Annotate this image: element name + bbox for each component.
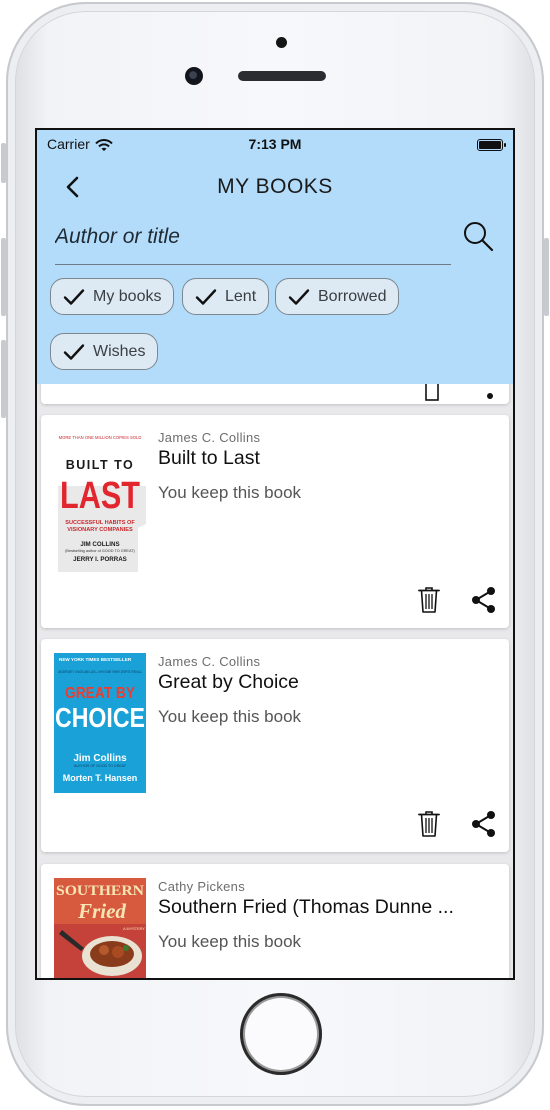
battery-icon — [477, 139, 506, 151]
svg-text:Jim Collins: Jim Collins — [73, 753, 127, 764]
book-status: You keep this book — [158, 483, 302, 502]
book-title: Southern Fried (Thomas Dunne ... — [158, 896, 454, 918]
volume-down-button — [1, 340, 6, 418]
filter-chip-label: Wishes — [93, 342, 146, 360]
svg-text:MORE THAN ONE MILLION COPIES S: MORE THAN ONE MILLION COPIES SOLD — [59, 435, 142, 440]
book-cover-southern-fried: SOUTHERN Fried A MYSTERY — [54, 878, 146, 978]
book-cover-great-by-choice: NEW YORK TIMES BESTSELLER UNCERTAINTY, C… — [54, 653, 146, 793]
svg-text:A MYSTERY: A MYSTERY — [123, 927, 145, 931]
app-screen: MORE THAN ONE MILLION COPIES SOLD BUILT … — [37, 130, 513, 978]
book-cover-built-to-last: MORE THAN ONE MILLION COPIES SOLD BUILT … — [54, 432, 146, 572]
svg-text:Morten T. Hansen: Morten T. Hansen — [63, 773, 138, 783]
check-icon — [63, 343, 85, 360]
svg-text:JERRY I. PORRAS: JERRY I. PORRAS — [73, 556, 127, 563]
front-sensor — [276, 37, 287, 48]
book-status: You keep this book — [158, 707, 302, 726]
home-button[interactable] — [240, 993, 322, 1075]
svg-text:SOUTHERN: SOUTHERN — [56, 883, 144, 899]
svg-text:AUTHOR OF GOOD TO GREAT: AUTHOR OF GOOD TO GREAT — [74, 764, 127, 768]
book-author: James C. Collins — [158, 654, 261, 669]
book-status: You keep this book — [158, 932, 302, 951]
svg-text:UNCERTAINTY, CHAOS, AND LUCK—: UNCERTAINTY, CHAOS, AND LUCK— WHY SOME T… — [58, 670, 142, 674]
svg-text:JIM COLLINS: JIM COLLINS — [80, 541, 119, 548]
filter-chip-my-books[interactable]: My books — [50, 278, 175, 315]
search-icon[interactable] — [462, 220, 494, 252]
book-card[interactable]: MORE THAN ONE MILLION COPIES SOLD BUILT … — [41, 415, 509, 628]
share-icon[interactable] — [469, 585, 499, 615]
book-card[interactable]: NEW YORK TIMES BESTSELLER UNCERTAINTY, C… — [41, 639, 509, 852]
trash-icon[interactable] — [414, 585, 444, 615]
filter-chip-wishes[interactable]: Wishes — [50, 333, 159, 370]
search-field[interactable] — [55, 216, 451, 265]
page-title: MY BOOKS — [217, 175, 333, 198]
power-button — [544, 238, 549, 316]
svg-text:GREAT BY: GREAT BY — [65, 685, 135, 702]
svg-text:LAST: LAST — [60, 475, 140, 517]
trash-icon[interactable] — [414, 809, 444, 839]
filter-chip-label: My books — [93, 287, 162, 305]
status-bar: Carrier 7:13 PM — [37, 136, 513, 154]
book-author: Cathy Pickens — [158, 879, 245, 894]
book-card[interactable]: SOUTHERN Fried A MYSTERY Cathy Pickens S… — [41, 864, 509, 978]
book-author: James C. Collins — [158, 430, 261, 445]
book-title: Built to Last — [158, 447, 260, 469]
share-icon[interactable] — [469, 809, 499, 839]
front-camera — [185, 67, 203, 85]
svg-text:VISIONARY COMPANIES: VISIONARY COMPANIES — [67, 527, 133, 533]
svg-text:CHOICE: CHOICE — [55, 702, 145, 733]
filter-chip-label: Lent — [225, 287, 257, 305]
mute-switch — [1, 143, 6, 183]
svg-text:BUILT TO: BUILT TO — [66, 458, 134, 472]
filter-chip-label: Borrowed — [318, 287, 387, 305]
search-input[interactable] — [55, 222, 435, 252]
svg-text:NEW YORK TIMES BESTSELLER: NEW YORK TIMES BESTSELLER — [59, 657, 132, 662]
check-icon — [195, 288, 217, 305]
earpiece-speaker — [238, 71, 326, 81]
svg-text:Fried: Fried — [77, 899, 126, 923]
filter-chip-borrowed[interactable]: Borrowed — [275, 278, 400, 315]
check-icon — [288, 288, 310, 305]
svg-text:(Bestselling author of GOOD TO: (Bestselling author of GOOD TO GREAT) — [65, 549, 135, 553]
svg-text:SUCCESSFUL HABITS OF: SUCCESSFUL HABITS OF — [65, 520, 135, 526]
app-header: Carrier 7:13 PM MY BOOKS Author or title… — [37, 130, 513, 384]
volume-up-button — [1, 238, 6, 316]
book-title: Great by Choice — [158, 671, 299, 693]
status-time: 7:13 PM — [248, 136, 302, 152]
check-icon — [63, 288, 85, 305]
filter-chip-lent[interactable]: Lent — [182, 278, 270, 315]
